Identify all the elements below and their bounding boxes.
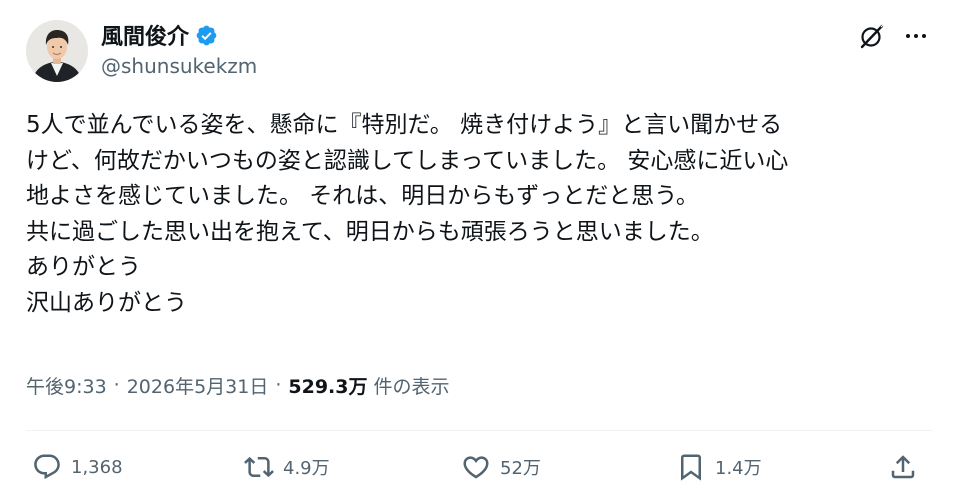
- like-count: 52万: [500, 458, 541, 479]
- repost-icon: [244, 456, 274, 478]
- avatar-photo: [26, 20, 88, 82]
- heart-icon: [463, 456, 489, 479]
- share-icon: [891, 455, 915, 479]
- tweet-time[interactable]: 午後9:33: [26, 372, 107, 399]
- divider: [26, 430, 932, 431]
- share-button[interactable]: [888, 450, 918, 484]
- meta-separator: ·: [275, 374, 282, 396]
- tweet-date[interactable]: 2026年5月31日: [127, 372, 269, 399]
- more-icon[interactable]: [900, 20, 932, 52]
- author-handle[interactable]: @shunsukekzm: [101, 54, 257, 78]
- repost-button[interactable]: 4.9万: [244, 450, 330, 484]
- like-button[interactable]: 52万: [461, 450, 541, 484]
- verified-badge-icon[interactable]: [195, 24, 218, 47]
- grok-icon[interactable]: [856, 20, 888, 52]
- tweet-text-line: 地よさを感じていました。 それは、明日からもずっとだと思う。: [26, 183, 699, 209]
- tweet-text-line: 共に過ごした思い出を抱えて、明日からも頑張ろうと思いました。: [26, 218, 714, 245]
- reply-icon: [34, 454, 60, 480]
- bookmark-button[interactable]: 1.4万: [676, 450, 762, 484]
- tweet-text: 5人で並んでいる姿を、懸命に『特別だ。 焼き付けよう』と言い聞かせる けど、何故…: [26, 108, 936, 321]
- meta-separator: ·: [113, 374, 120, 396]
- reply-count: 1,368: [71, 456, 123, 478]
- avatar[interactable]: [26, 20, 88, 82]
- views-count[interactable]: 529.3万: [288, 372, 367, 399]
- tweet-text-line: ありがとう: [26, 254, 141, 280]
- bookmark-count: 1.4万: [715, 458, 762, 479]
- author-name-row: 風間俊介: [101, 20, 218, 50]
- reply-button[interactable]: 1,368: [32, 450, 123, 484]
- tweet-text-line: 5人で並んでいる姿を、懸命に『特別だ。 焼き付けよう』と言い聞かせる: [26, 112, 783, 138]
- bookmark-icon: [681, 454, 701, 481]
- author-display-name[interactable]: 風間俊介: [101, 19, 189, 51]
- views-label[interactable]: 件の表示: [374, 372, 450, 399]
- repost-count: 4.9万: [283, 458, 330, 479]
- tweet-text-line: 沢山ありがとう: [26, 289, 187, 316]
- tweet-meta: 午後9:33 · 2026年5月31日 · 529.3万 件の表示: [26, 371, 450, 399]
- tweet-text-line: けど、何故だかいつもの姿と認識してしまっていました。 安心感に近い心: [26, 147, 789, 174]
